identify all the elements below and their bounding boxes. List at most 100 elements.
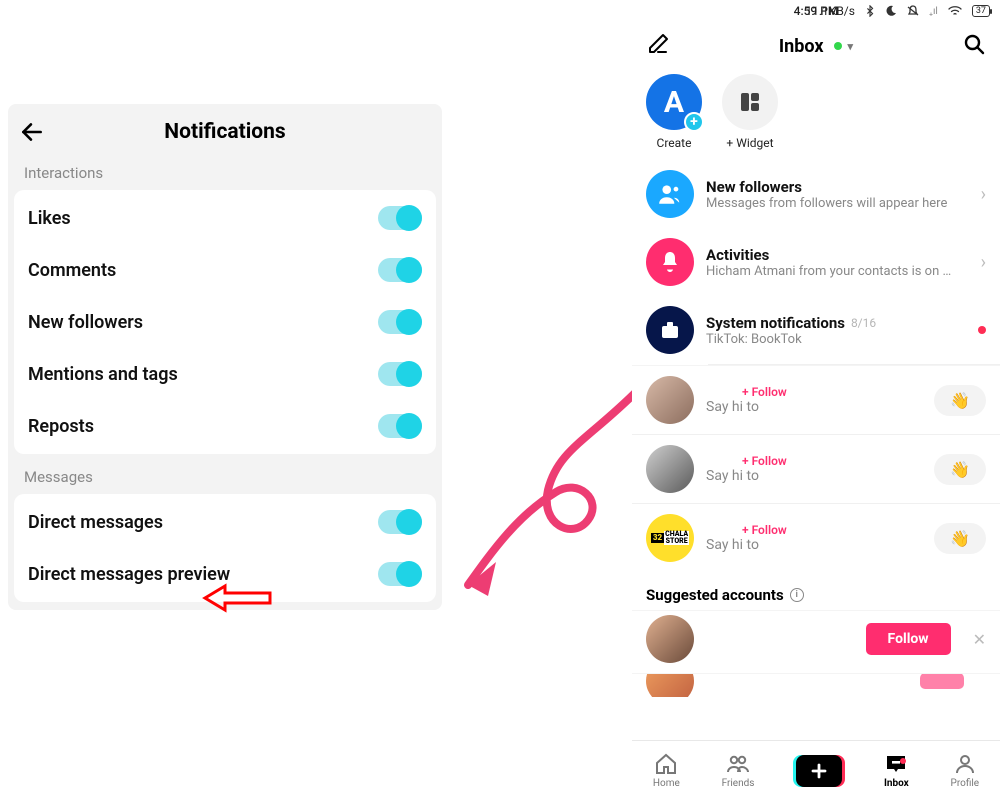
notifications-settings-panel: Notifications Interactions Likes Comment… — [8, 104, 442, 610]
say-hi-label: Say hi to — [706, 537, 922, 553]
back-button[interactable] — [16, 116, 48, 148]
row-subtitle: TikTok: BookTok — [706, 332, 966, 347]
profile-icon — [953, 752, 977, 776]
follow-button[interactable]: Follow — [866, 623, 951, 655]
tab-home[interactable]: Home — [653, 752, 680, 789]
add-widget-button[interactable]: + Widget — [722, 74, 778, 150]
create-label: Create — [657, 136, 692, 150]
row-subtitle: Messages from followers will appear here — [706, 196, 969, 211]
row-mentions[interactable]: Mentions and tags — [14, 348, 436, 400]
toggle-likes[interactable] — [378, 206, 422, 230]
suggested-account-row[interactable] — [632, 673, 1000, 697]
arrow-left-icon — [19, 119, 45, 145]
avatar — [646, 376, 694, 424]
row-new-followers[interactable]: New followers — [14, 296, 436, 348]
inbox-title[interactable]: Inbox ▾ — [779, 36, 853, 57]
create-story-button[interactable]: A + Create — [646, 74, 702, 150]
chevron-down-icon: ▾ — [848, 40, 854, 53]
annotation-arrow-red — [200, 578, 280, 618]
activities-icon — [646, 238, 694, 286]
row-label: Mentions and tags — [28, 364, 178, 385]
toggle-reposts[interactable] — [378, 414, 422, 438]
inbox-icon — [884, 752, 908, 776]
unread-dot-icon — [978, 326, 986, 334]
online-dot-icon — [834, 42, 842, 50]
search-button[interactable] — [962, 32, 986, 60]
page-title: Notifications — [48, 120, 402, 144]
system-icon — [646, 306, 694, 354]
home-icon — [654, 752, 678, 776]
plus-badge-icon: + — [684, 112, 704, 132]
row-label: Likes — [28, 208, 71, 229]
row-label: New followers — [28, 312, 143, 333]
inbox-row-new-followers[interactable]: New followers Messages from followers wi… — [632, 160, 1000, 228]
wave-button[interactable]: 👋 — [934, 454, 986, 485]
toggle-direct-messages[interactable] — [378, 510, 422, 534]
avatar — [646, 445, 694, 493]
settings-header: Notifications — [8, 104, 442, 150]
tab-profile[interactable]: Profile — [951, 752, 980, 789]
suggested-account-row[interactable]: Follow ✕ — [632, 610, 1000, 673]
inbox-row-system[interactable]: System notifications 8/16 TikTok: BookTo… — [632, 296, 1000, 364]
friends-icon — [726, 752, 750, 776]
row-reposts[interactable]: Reposts — [14, 400, 436, 452]
compose-button[interactable] — [646, 32, 670, 60]
row-label: Direct messages — [28, 512, 163, 533]
widget-label: + Widget — [726, 136, 773, 150]
inbox-panel: 4:59 PM 11.1KB/s ₊ıl 37 Inbox ▾ A + Crea — [632, 0, 1000, 800]
info-icon[interactable]: i — [790, 588, 804, 602]
chevron-right-icon: › — [981, 252, 986, 273]
row-date: 8/16 — [851, 316, 876, 330]
chevron-right-icon: › — [981, 184, 986, 205]
say-hi-label: Say hi to — [706, 399, 922, 415]
row-direct-messages[interactable]: Direct messages — [14, 496, 436, 548]
toggle-comments[interactable] — [378, 258, 422, 282]
wifi-icon — [948, 5, 962, 17]
row-title: Activities — [706, 246, 969, 264]
bluetooth-icon — [865, 5, 875, 17]
avatar-self: A + — [646, 74, 702, 130]
row-subtitle: Hicham Atmani from your contacts is on … — [706, 264, 969, 279]
signal-icon: ₊ıl — [929, 6, 938, 17]
wave-button[interactable]: 👋 — [934, 385, 986, 416]
follow-tag[interactable]: + Follow — [742, 385, 787, 399]
row-title: System notifications — [706, 314, 845, 332]
dm-suggestion-row[interactable]: 32CHALA STORE + Follow Say hi to 👋 — [632, 503, 1000, 572]
plus-icon — [796, 755, 842, 787]
say-hi-label: Say hi to — [706, 468, 922, 484]
dm-suggestion-row[interactable]: + Follow Say hi to 👋 — [632, 434, 1000, 503]
inbox-top-actions: A + Create + Widget — [632, 66, 1000, 160]
avatar — [646, 673, 694, 697]
tab-inbox[interactable]: Inbox — [884, 752, 909, 789]
toggle-new-followers[interactable] — [378, 310, 422, 334]
followers-icon — [646, 170, 694, 218]
wave-button[interactable]: 👋 — [934, 523, 986, 554]
widget-icon — [722, 74, 778, 130]
dismiss-button[interactable]: ✕ — [973, 630, 986, 649]
dm-suggestion-row[interactable]: + Follow Say hi to 👋 — [632, 365, 1000, 434]
toggle-dm-preview[interactable] — [378, 562, 422, 586]
annotation-curvy-arrow — [438, 380, 658, 640]
section-header-messages: Messages — [8, 454, 442, 494]
dnd-icon — [907, 5, 919, 17]
battery-icon: 37 — [972, 5, 990, 17]
section-header-interactions: Interactions — [8, 150, 442, 190]
row-label: Reposts — [28, 416, 94, 437]
follow-tag[interactable]: + Follow — [742, 523, 787, 537]
moon-icon — [885, 5, 897, 17]
follow-button[interactable] — [920, 673, 964, 689]
status-time: 4:59 PM — [794, 4, 839, 18]
avatar — [646, 615, 694, 663]
suggested-header: Suggested accounts i — [632, 572, 1000, 610]
toggle-mentions[interactable] — [378, 362, 422, 386]
avatar: 32CHALA STORE — [646, 514, 694, 562]
inbox-header: Inbox ▾ — [632, 18, 1000, 66]
bottom-tab-bar: Home Friends Inbox Profile — [632, 740, 1000, 800]
tab-create[interactable] — [796, 755, 842, 787]
row-likes[interactable]: Likes — [14, 192, 436, 244]
follow-tag[interactable]: + Follow — [742, 454, 787, 468]
status-bar: 4:59 PM 11.1KB/s ₊ıl 37 — [632, 0, 1000, 18]
row-comments[interactable]: Comments — [14, 244, 436, 296]
tab-friends[interactable]: Friends — [722, 752, 755, 789]
inbox-row-activities[interactable]: Activities Hicham Atmani from your conta… — [632, 228, 1000, 296]
